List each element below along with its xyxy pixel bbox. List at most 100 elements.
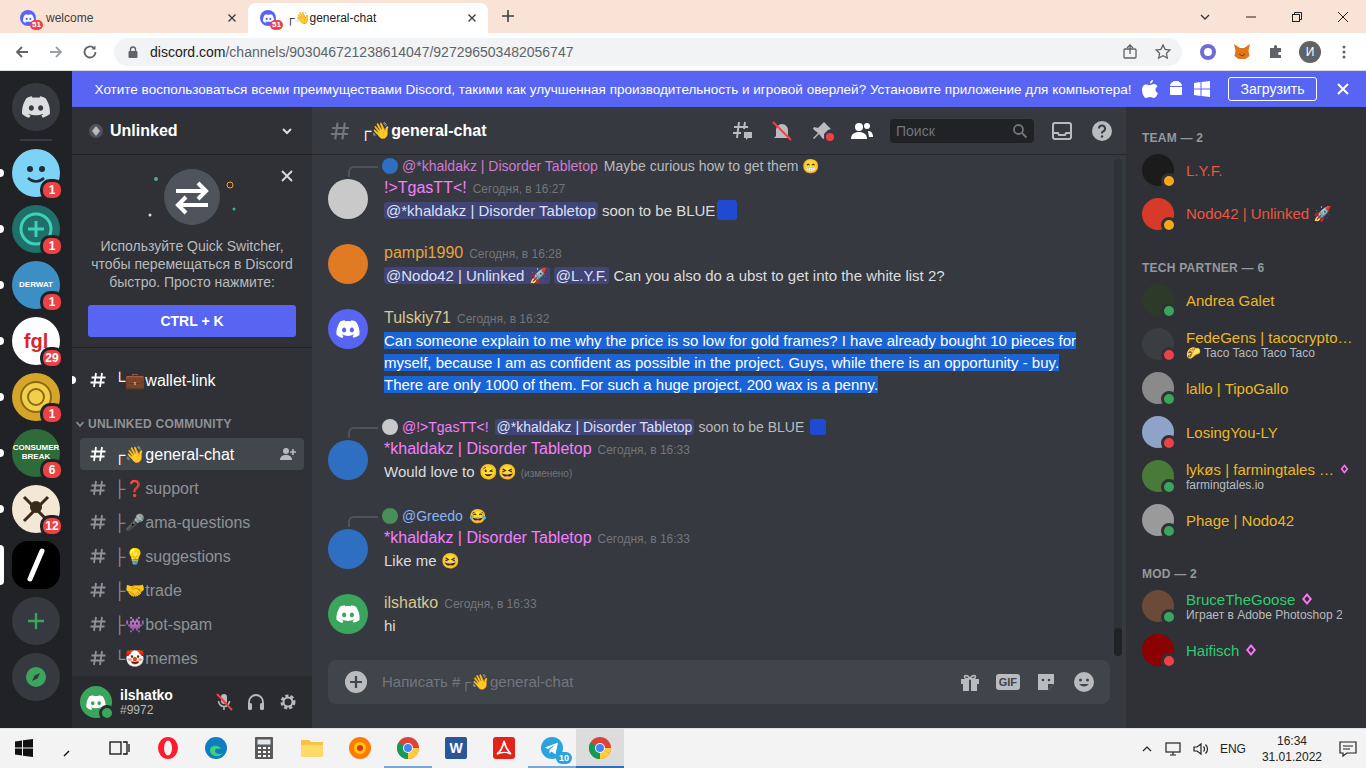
mute-button[interactable] bbox=[208, 686, 240, 718]
channel-item[interactable]: ├👾bot-spam bbox=[80, 608, 304, 640]
server-item[interactable]: 1 bbox=[0, 205, 72, 253]
author-name[interactable]: !>TgasTT<! bbox=[384, 177, 467, 199]
user-avatar[interactable] bbox=[328, 244, 368, 284]
close-icon[interactable] bbox=[280, 169, 294, 183]
chevron-up-icon[interactable] bbox=[1140, 742, 1154, 756]
close-icon[interactable] bbox=[224, 10, 240, 26]
taskbar-app[interactable] bbox=[576, 729, 624, 768]
plus-circle-icon[interactable] bbox=[344, 670, 368, 694]
add-member-icon[interactable] bbox=[280, 446, 296, 462]
member-item[interactable]: Phage | Nodo42 bbox=[1134, 499, 1358, 541]
reply-preview[interactable]: @Greedo😂 bbox=[312, 505, 1114, 527]
user-avatar[interactable] bbox=[80, 686, 112, 718]
address-bar[interactable]: discord.com/channels/903046721238614047/… bbox=[114, 38, 1182, 66]
notifications-icon[interactable] bbox=[1338, 739, 1358, 759]
member-item[interactable]: BruceTheGooseИграет в Adobe Photoshop 2 bbox=[1134, 585, 1358, 627]
sticker-icon[interactable] bbox=[1034, 670, 1058, 694]
gif-button[interactable]: GIF bbox=[996, 674, 1020, 690]
server-item[interactable]: 12 bbox=[0, 485, 72, 533]
reply-preview[interactable]: @*khaldakz | Disorder TabletopMaybe curi… bbox=[312, 155, 1114, 177]
members-icon[interactable] bbox=[850, 119, 874, 143]
bell-muted-icon[interactable] bbox=[770, 119, 794, 143]
server-item[interactable] bbox=[0, 597, 72, 645]
taskbar-app[interactable]: W bbox=[432, 729, 480, 768]
search-field[interactable]: Поиск bbox=[890, 119, 1034, 143]
user-avatar[interactable] bbox=[328, 594, 368, 634]
forward-button[interactable] bbox=[40, 36, 72, 68]
emoji-icon[interactable] bbox=[1072, 670, 1096, 694]
profile-button[interactable]: И bbox=[1294, 36, 1326, 68]
network-icon[interactable] bbox=[1164, 740, 1182, 758]
member-item[interactable]: Haifisch bbox=[1134, 629, 1358, 671]
member-item[interactable]: lykøs | farmingtales …farmingtales.io bbox=[1134, 455, 1358, 497]
reload-button[interactable] bbox=[74, 36, 106, 68]
member-item[interactable]: Andrea Galet bbox=[1134, 279, 1358, 321]
server-item[interactable] bbox=[0, 653, 72, 701]
download-button[interactable]: Загрузить bbox=[1228, 77, 1318, 101]
threads-icon[interactable] bbox=[730, 119, 754, 143]
tab-search-button[interactable] bbox=[1182, 0, 1228, 33]
deafen-button[interactable] bbox=[240, 686, 272, 718]
help-icon[interactable] bbox=[1090, 119, 1114, 143]
close-icon[interactable] bbox=[464, 10, 480, 26]
author-name[interactable]: *khaldakz | Disorder Tabletop bbox=[384, 438, 592, 460]
member-item[interactable]: L.Y.F. bbox=[1134, 149, 1358, 191]
author-name[interactable]: *khaldakz | Disorder Tabletop bbox=[384, 527, 592, 549]
server-item[interactable]: CONSUMER BREAK6 bbox=[0, 429, 72, 477]
close-button[interactable] bbox=[1320, 0, 1366, 33]
share-icon[interactable] bbox=[1122, 44, 1138, 60]
author-name[interactable]: pampi1990 bbox=[384, 242, 463, 264]
back-button[interactable] bbox=[6, 36, 38, 68]
author-name[interactable]: ilshatko bbox=[384, 592, 438, 614]
message-input[interactable]: Написать #┌👋general-chatGIF bbox=[328, 660, 1110, 704]
server-item[interactable]: DERWAT1 bbox=[0, 261, 72, 309]
taskbar-app[interactable] bbox=[240, 729, 288, 768]
server-item[interactable] bbox=[0, 541, 72, 589]
taskbar-app[interactable] bbox=[336, 729, 384, 768]
taskbar-app[interactable] bbox=[144, 729, 192, 768]
scrollbar[interactable] bbox=[1114, 159, 1122, 656]
language-indicator[interactable]: ENG bbox=[1220, 742, 1246, 756]
server-item[interactable] bbox=[0, 83, 72, 131]
menu-button[interactable] bbox=[1328, 36, 1360, 68]
browser-tab[interactable]: 51┌👋general-chat bbox=[248, 3, 488, 33]
server-header[interactable]: Unlinked bbox=[72, 107, 312, 155]
settings-button[interactable] bbox=[272, 686, 304, 718]
star-icon[interactable] bbox=[1154, 43, 1172, 61]
taskbar-app[interactable] bbox=[480, 729, 528, 768]
gift-icon[interactable] bbox=[958, 670, 982, 694]
channel-item[interactable]: ├🤝trade bbox=[80, 574, 304, 606]
channel-item[interactable]: └💼wallet-link bbox=[80, 364, 304, 396]
taskbar-app[interactable] bbox=[192, 729, 240, 768]
taskbar-app[interactable] bbox=[288, 729, 336, 768]
extensions-button[interactable] bbox=[1260, 36, 1292, 68]
scroll-thumb[interactable] bbox=[1114, 628, 1122, 656]
member-item[interactable]: Nodo42 | Unlinked 🚀 bbox=[1134, 193, 1358, 235]
plus-icon[interactable] bbox=[494, 2, 522, 30]
minimize-button[interactable] bbox=[1228, 0, 1274, 33]
shortcut-button[interactable]: CTRL + K bbox=[88, 305, 296, 337]
restore-button[interactable] bbox=[1274, 0, 1320, 33]
browser-tab[interactable]: 51welcome bbox=[8, 3, 248, 33]
clock[interactable]: 16:3431.01.2022 bbox=[1256, 733, 1328, 765]
server-item[interactable]: fgl29 bbox=[0, 317, 72, 365]
pinned-button[interactable] bbox=[810, 119, 834, 143]
extension-button[interactable] bbox=[1192, 36, 1224, 68]
speaker-icon[interactable] bbox=[1192, 740, 1210, 758]
taskbar-app[interactable]: 10 bbox=[528, 729, 576, 768]
channel-item[interactable]: ┌👋general-chat bbox=[80, 438, 304, 470]
taskbar-app[interactable] bbox=[0, 729, 48, 768]
channel-item[interactable]: ├❓support bbox=[80, 472, 304, 504]
channel-item[interactable]: ├🎤ama-questions bbox=[80, 506, 304, 538]
user-avatar[interactable] bbox=[328, 179, 368, 219]
server-item[interactable]: 1 bbox=[0, 149, 72, 197]
taskbar-app[interactable] bbox=[384, 729, 432, 768]
inbox-icon[interactable] bbox=[1050, 119, 1074, 143]
member-item[interactable]: lallo | TipoGallo bbox=[1134, 367, 1358, 409]
channel-item[interactable]: └🤡memes bbox=[80, 642, 304, 674]
channel-item[interactable]: ├💡suggestions bbox=[80, 540, 304, 572]
taskbar-app[interactable] bbox=[48, 729, 96, 768]
close-icon[interactable] bbox=[1336, 82, 1350, 96]
taskbar-app[interactable] bbox=[96, 729, 144, 768]
user-avatar[interactable] bbox=[328, 529, 368, 569]
